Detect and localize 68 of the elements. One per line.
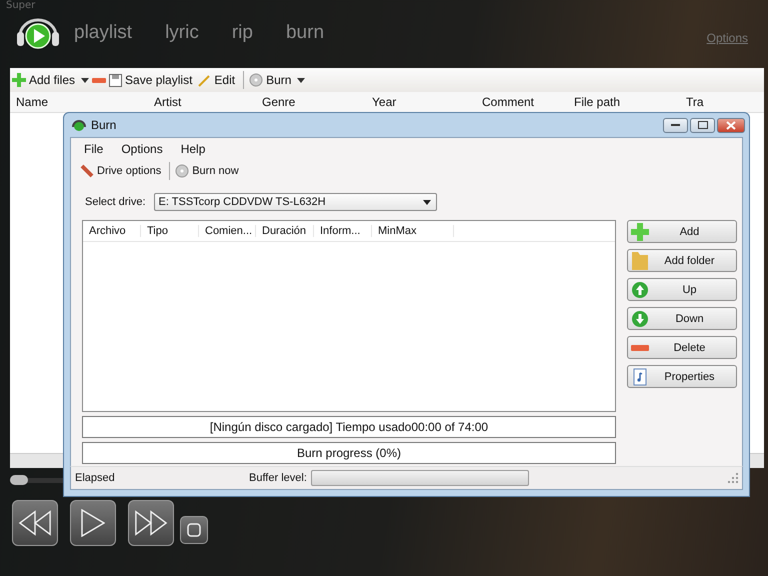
folder-icon [631, 252, 649, 270]
burn-button[interactable]: Burn [266, 73, 294, 87]
minimize-button[interactable] [663, 118, 688, 132]
column-header[interactable]: Genre [256, 95, 366, 109]
menu-item[interactable]: File [84, 142, 104, 159]
column-header[interactable]: Tipo [141, 225, 199, 237]
drive-dropdown[interactable]: E: TSSTcorp CDDVDW TS-L632H [154, 193, 437, 211]
window-title: Burn [91, 118, 116, 132]
stop-icon [187, 523, 201, 537]
caret-icon [422, 200, 431, 204]
rewind-button[interactable] [12, 500, 58, 546]
column-header[interactable]: Comien... [199, 225, 256, 237]
resize-grip-icon[interactable] [728, 473, 738, 483]
minus-icon [631, 344, 649, 350]
edit-button[interactable]: Edit [214, 73, 238, 87]
column-header[interactable]: Archivo [83, 225, 141, 237]
seek-thumb[interactable] [10, 475, 28, 485]
plus-icon [631, 222, 649, 240]
headphones-icon [72, 119, 86, 131]
add-files-button[interactable]: Add files [29, 73, 78, 87]
burn-progress-text: Burn progress (0%) [82, 442, 616, 464]
side-button[interactable]: Add folder [627, 249, 737, 272]
close-icon [726, 120, 736, 130]
stop-button[interactable] [180, 516, 208, 544]
menu-item[interactable]: Options [121, 142, 163, 159]
side-button[interactable]: Up [627, 278, 737, 301]
caret-icon[interactable] [297, 78, 306, 82]
column-header[interactable]: Duración [256, 225, 314, 237]
nav-tab[interactable]: lyric [165, 22, 199, 44]
play-button[interactable] [70, 500, 116, 546]
nav-tab[interactable]: rip [232, 22, 253, 44]
burn-now-button[interactable]: Burn now [192, 165, 242, 177]
column-header[interactable]: Year [366, 95, 476, 109]
fast-forward-button[interactable] [128, 500, 174, 546]
caret-icon[interactable] [81, 78, 90, 82]
music-note-document-icon [631, 368, 649, 386]
buffer-level-label: Buffer level: [249, 472, 307, 484]
fast-forward-icon [134, 510, 168, 536]
headphones-play-logo-icon [14, 16, 62, 50]
save-playlist-button[interactable]: Save playlist [125, 73, 196, 87]
disc-icon[interactable] [175, 164, 190, 178]
app-title: Super [5, 0, 36, 12]
wrench-icon[interactable] [80, 164, 94, 178]
select-drive-label: Select drive: [85, 196, 146, 208]
column-header[interactable]: Name [10, 95, 148, 109]
column-header[interactable]: Inform... [314, 225, 372, 237]
rewind-icon [18, 510, 52, 536]
nav-tab[interactable]: playlist [74, 22, 132, 44]
elapsed-label: Elapsed [75, 472, 116, 484]
maximize-icon [698, 121, 708, 129]
drive-options-button[interactable]: Drive options [97, 165, 164, 177]
side-button[interactable]: Properties [627, 365, 737, 388]
column-header[interactable]: Tra [680, 95, 710, 109]
column-header[interactable]: File path [568, 95, 680, 109]
maximize-button[interactable] [690, 118, 715, 132]
column-header[interactable]: Comment [476, 95, 568, 109]
disc-icon[interactable] [249, 73, 264, 87]
side-button[interactable]: Delete [627, 336, 737, 359]
column-header[interactable]: Artist [148, 95, 256, 109]
nav-tab[interactable]: burn [286, 22, 324, 44]
minimize-icon [671, 124, 680, 126]
side-button[interactable]: Add [627, 220, 737, 243]
disc-status-text: [Ningún disco cargado] Tiempo usado00:00 of 74:00 [82, 416, 616, 438]
close-button[interactable] [717, 118, 745, 132]
side-button[interactable]: Down [627, 307, 737, 330]
column-header[interactable]: MinMax [372, 225, 454, 237]
play-icon [81, 509, 105, 537]
menu-item[interactable]: Help [180, 142, 206, 159]
